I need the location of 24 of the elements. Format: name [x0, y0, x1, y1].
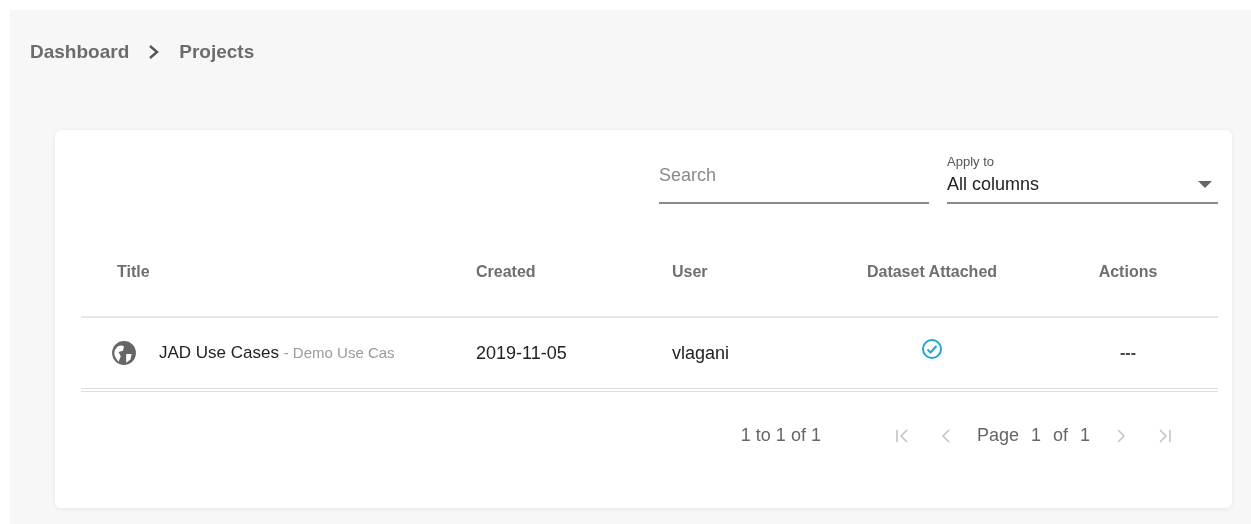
column-header: Title — [117, 263, 150, 280]
actions-button[interactable]: --- — [1114, 345, 1142, 361]
search-field[interactable]: Search — [659, 151, 929, 204]
column-header: User — [672, 263, 708, 280]
globe-icon — [111, 340, 137, 366]
page-total: 1 — [1080, 424, 1090, 447]
breadcrumb-link[interactable]: Dashboard — [30, 38, 130, 67]
caret-icon — [1198, 180, 1212, 189]
project-title[interactable]: JAD Use Cases - Demo Use Cas — [159, 340, 421, 366]
breadcrumb-link[interactable]: Projects — [179, 38, 255, 67]
record-count: 1 to 1 of 1 — [740, 424, 821, 447]
page-label: of — [1052, 424, 1068, 447]
last-page-icon — [1158, 427, 1172, 444]
column-header: Actions — [1098, 263, 1158, 280]
page-number: 1 — [1030, 424, 1041, 447]
page-label: Page — [976, 424, 1019, 447]
chevron-right-icon — [1114, 427, 1128, 444]
table-cell-text: vlagani — [672, 341, 730, 365]
field-label: Apply to — [947, 152, 995, 171]
table-cell-text: 2019-11-05 — [476, 341, 567, 365]
column-header: Created — [476, 263, 536, 280]
apply-to-dropdown[interactable]: All columns — [947, 171, 1218, 204]
column-header: Dataset Attached — [866, 263, 998, 280]
first-page-icon — [894, 427, 909, 444]
